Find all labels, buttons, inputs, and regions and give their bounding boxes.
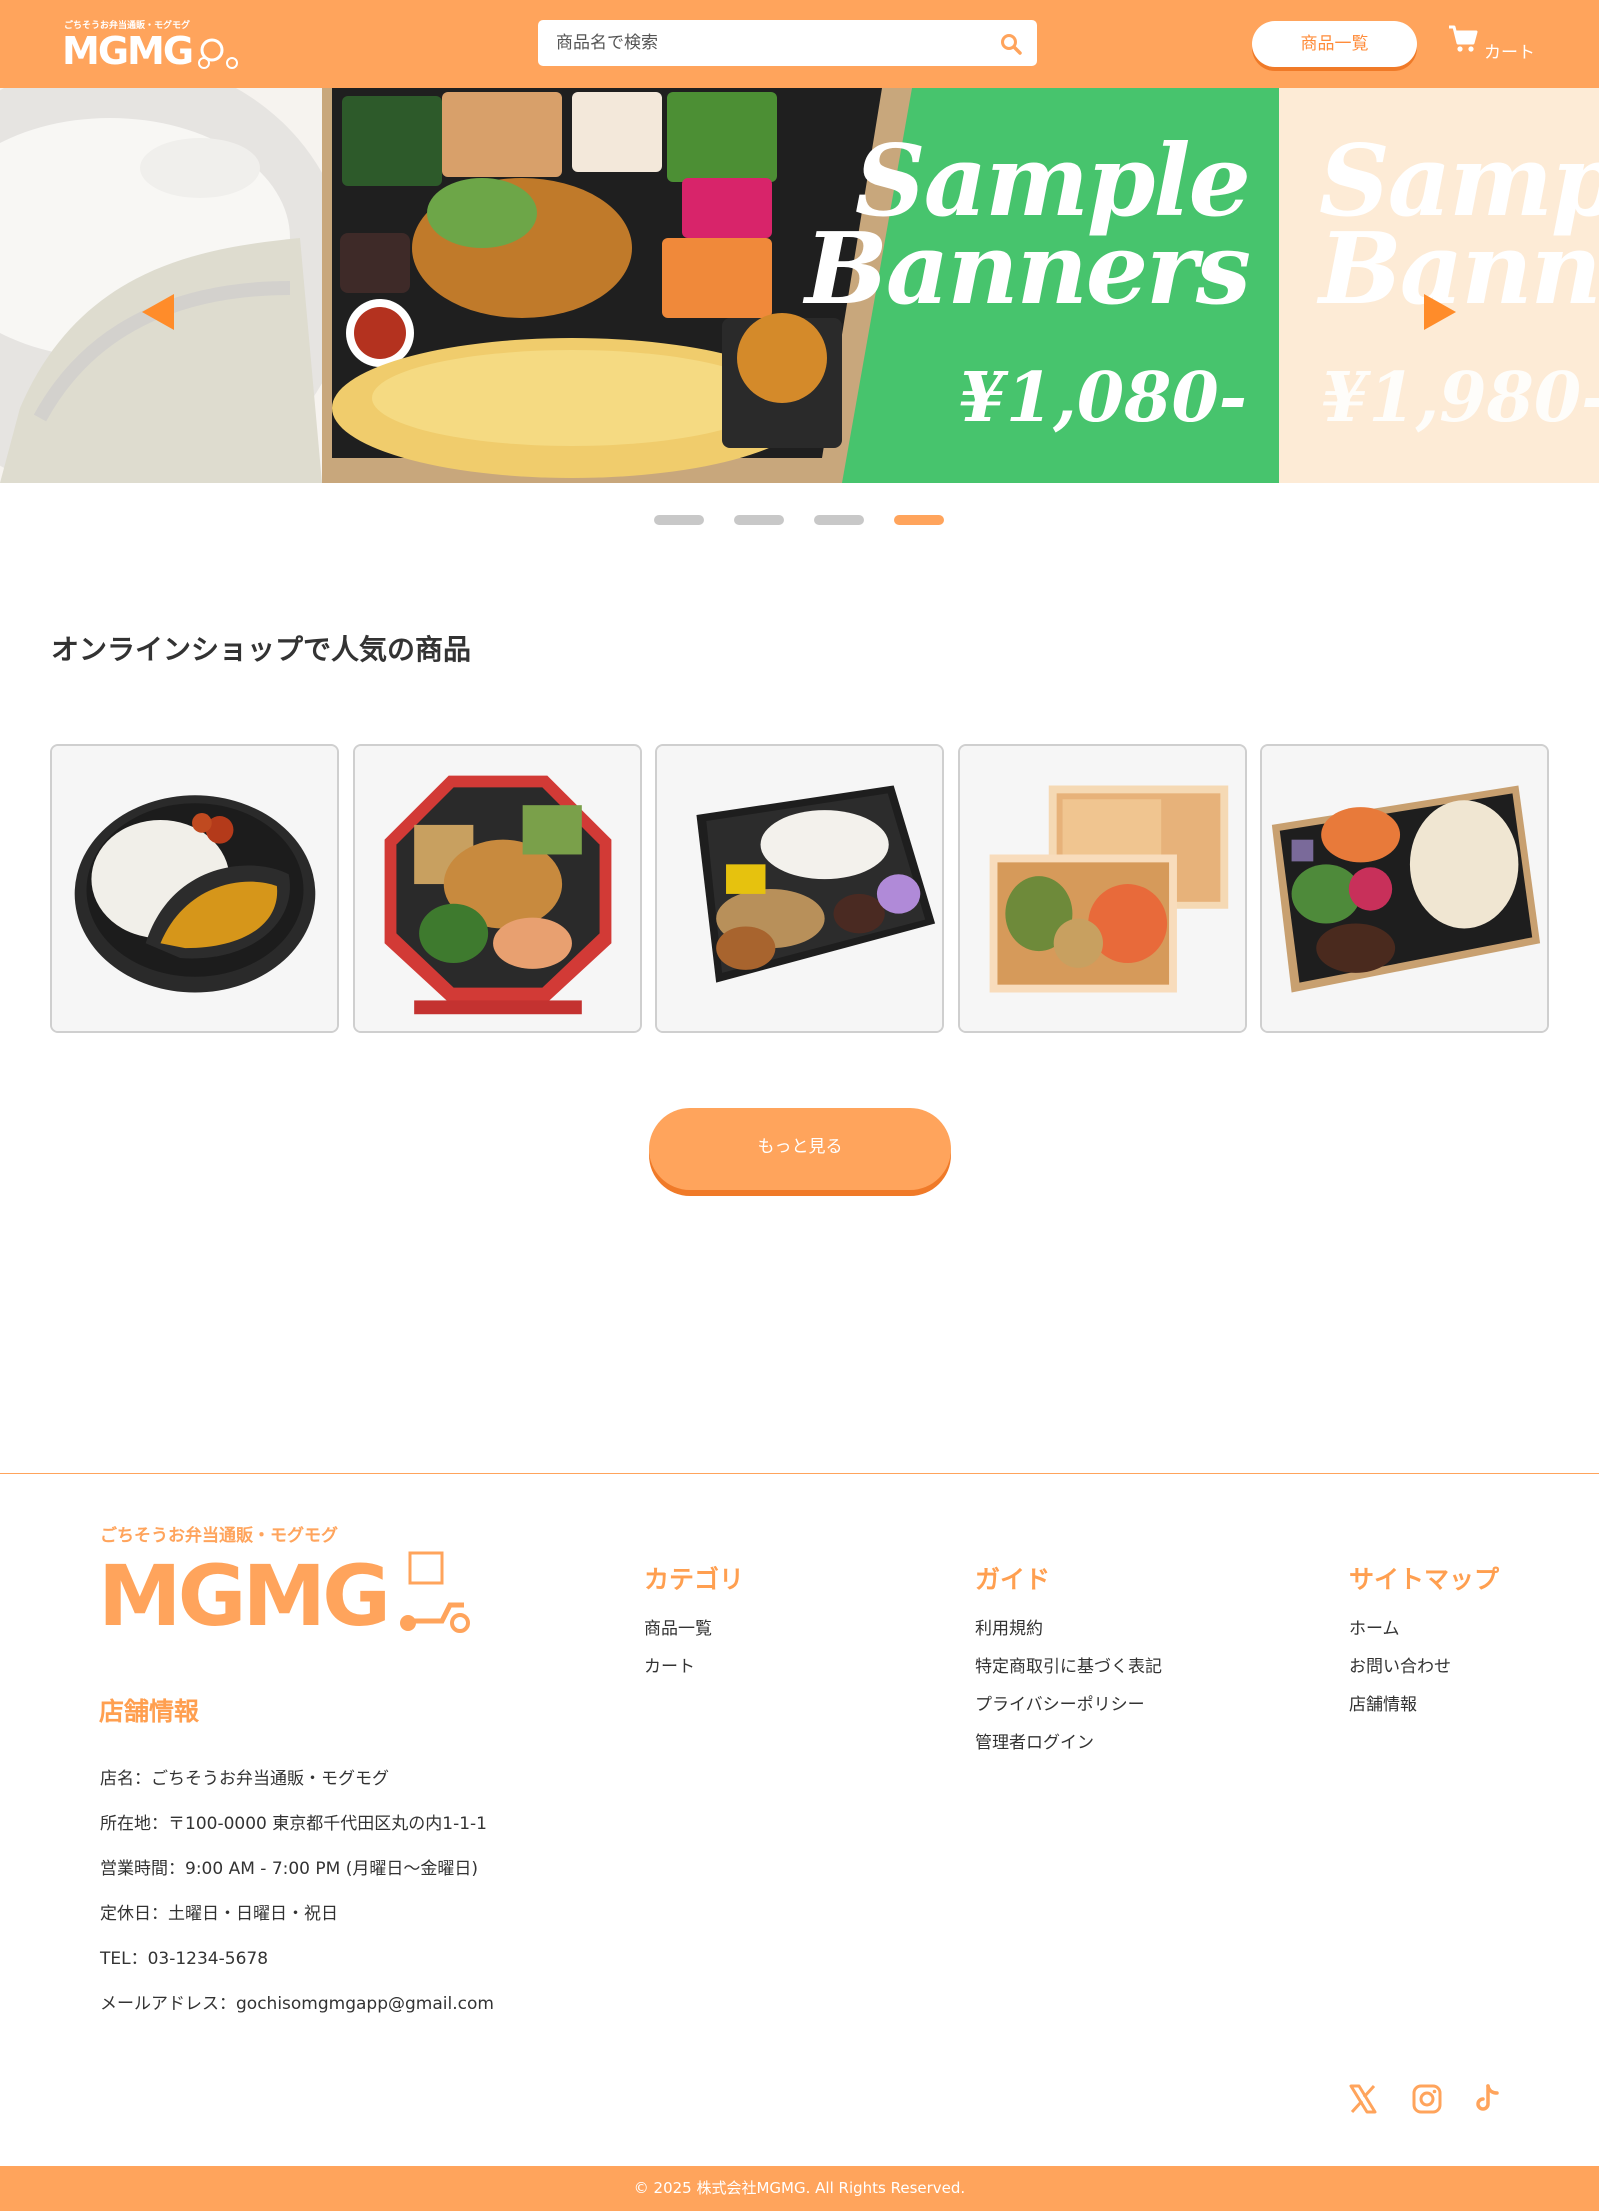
store-address: 所在地：〒100-0000 東京都千代田区丸の内1-1-1 bbox=[100, 1814, 487, 1834]
banner-slide-next[interactable]: Samp Banne ¥1,980- bbox=[1279, 88, 1599, 483]
product-card[interactable] bbox=[958, 744, 1247, 1033]
banner-price: ¥1,080- bbox=[958, 358, 1247, 438]
search-input[interactable] bbox=[538, 20, 978, 66]
curry-bento-image bbox=[0, 88, 322, 483]
copyright-text: © 2025 株式会社MGMG. All Rights Reserved. bbox=[633, 2179, 966, 2197]
store-info-title: 店舗情報 bbox=[99, 1697, 200, 1726]
svg-text:MGMG: MGMG bbox=[62, 29, 192, 70]
banner-next-title: Samp Banne bbox=[1319, 124, 1599, 327]
product-card[interactable] bbox=[50, 744, 339, 1033]
instagram-icon[interactable] bbox=[1411, 2083, 1443, 2115]
tiktok-icon[interactable] bbox=[1472, 2083, 1504, 2115]
octagon-bento-image bbox=[355, 746, 640, 1031]
store-phone: TEL：03-1234-5678 bbox=[100, 1949, 269, 1969]
carousel-dot-3[interactable] bbox=[814, 515, 864, 525]
cart-link[interactable]: カート bbox=[1448, 24, 1538, 64]
x-icon[interactable] bbox=[1347, 2083, 1379, 2115]
carousel-dot-1[interactable] bbox=[654, 515, 704, 525]
banner-next-price: ¥1,980- bbox=[1321, 358, 1599, 438]
carousel-dot-4[interactable] bbox=[894, 515, 944, 525]
footer-logo[interactable]: ごちそうお弁当通販・モグモグ MGMG bbox=[98, 1525, 476, 1635]
banner-slide-current[interactable]: Sample Banners ¥1,080- bbox=[322, 88, 1279, 483]
footer-category-title: カテゴリ bbox=[644, 1565, 745, 1594]
store-email: メールアドレス：gochisomgmgapp@gmail.com bbox=[100, 1994, 494, 2014]
product-card[interactable] bbox=[1260, 744, 1549, 1033]
footer-link-terms[interactable]: 利用規約 bbox=[975, 1614, 1043, 1639]
fish-bento-image bbox=[657, 746, 942, 1031]
store-holidays: 定休日：土曜日・日曜日・祝日 bbox=[100, 1904, 338, 1924]
footer-link-home[interactable]: ホーム bbox=[1349, 1614, 1400, 1639]
footer-sitemap-title: サイトマップ bbox=[1349, 1565, 1500, 1594]
site-logo[interactable]: ごちそうお弁当通販・モグモグ MGMG bbox=[62, 18, 240, 70]
store-hours: 営業時間：9:00 AM - 7:00 PM (月曜日〜金曜日) bbox=[100, 1859, 478, 1879]
footer-link-commerce-law[interactable]: 特定商取引に基づく表記 bbox=[975, 1652, 1162, 1677]
banner-carousel: Sample Banners ¥1,080- Samp Banne ¥1,980… bbox=[0, 88, 1599, 483]
product-card[interactable] bbox=[655, 744, 944, 1033]
store-name: 店名：ごちそうお弁当通販・モグモグ bbox=[100, 1769, 389, 1789]
two-box-bento-image bbox=[960, 746, 1245, 1031]
footer-divider bbox=[0, 1473, 1599, 1474]
footer-link-privacy[interactable]: プライバシーポリシー bbox=[975, 1690, 1145, 1715]
product-card[interactable] bbox=[353, 744, 642, 1033]
site-header: ごちそうお弁当通販・モグモグ MGMG 商品一覧 カート bbox=[0, 0, 1599, 88]
svg-text:MGMG: MGMG bbox=[98, 1547, 387, 1635]
search-box bbox=[538, 20, 1037, 66]
footer-link-store-info[interactable]: 店舗情報 bbox=[1349, 1690, 1417, 1715]
carousel-dot-2[interactable] bbox=[734, 515, 784, 525]
cart-icon bbox=[1449, 25, 1478, 52]
carousel-next-arrow-icon[interactable] bbox=[1422, 292, 1458, 332]
carousel-dots bbox=[654, 515, 946, 527]
curry-bento-image bbox=[52, 746, 337, 1031]
cart-label: カート bbox=[1484, 43, 1535, 63]
footer-link-contact[interactable]: お問い合わせ bbox=[1349, 1652, 1451, 1677]
rice-bento-image bbox=[1262, 746, 1547, 1031]
copyright-bar: © 2025 株式会社MGMG. All Rights Reserved. bbox=[0, 2166, 1599, 2211]
footer-guide-title: ガイド bbox=[975, 1565, 1051, 1594]
svg-text:ごちそうお弁当通販・モグモグ: ごちそうお弁当通販・モグモグ bbox=[100, 1525, 338, 1546]
product-list-button[interactable]: 商品一覧 bbox=[1252, 21, 1417, 67]
footer-link-admin-login[interactable]: 管理者ログイン bbox=[975, 1728, 1094, 1753]
banner-title: Sample Banners bbox=[805, 124, 1251, 327]
footer-link-cart[interactable]: カート bbox=[644, 1652, 695, 1677]
see-more-button[interactable]: もっと見る bbox=[649, 1108, 951, 1190]
popular-section-title: オンラインショップで人気の商品 bbox=[51, 633, 472, 666]
search-icon[interactable] bbox=[999, 32, 1023, 56]
carousel-prev-arrow-icon[interactable] bbox=[140, 292, 176, 332]
banner-slide-previous[interactable] bbox=[0, 88, 322, 483]
footer-link-products[interactable]: 商品一覧 bbox=[644, 1614, 712, 1639]
